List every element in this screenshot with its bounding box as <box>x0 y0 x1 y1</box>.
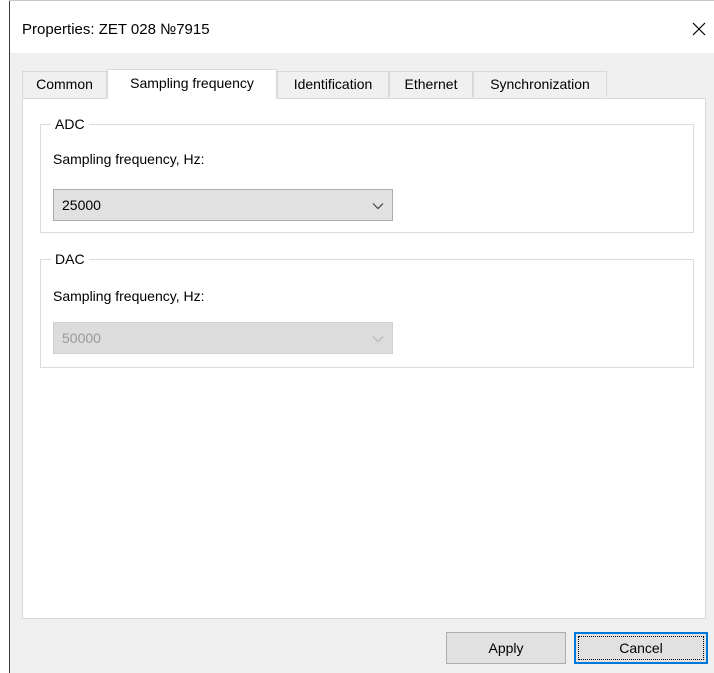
tab-panel-sampling-frequency: ADC Sampling frequency, Hz: 25000 DAC Sa… <box>22 98 706 619</box>
adc-selected-value: 25000 <box>62 197 101 213</box>
title-bar[interactable]: Properties: ZET 028 №7915 <box>10 1 714 53</box>
adc-sampling-frequency-select[interactable]: 25000 <box>53 189 393 221</box>
tab-synchronization[interactable]: Synchronization <box>473 71 607 97</box>
dac-group: DAC Sampling frequency, Hz: 50000 <box>40 250 694 368</box>
dac-group-title: DAC <box>51 250 89 268</box>
dac-sampling-frequency-select: 50000 <box>53 322 393 354</box>
dac-selected-value: 50000 <box>62 330 101 346</box>
chevron-down-icon <box>372 336 384 343</box>
apply-button-label: Apply <box>488 640 524 656</box>
adc-group-title: ADC <box>51 115 89 133</box>
close-icon <box>692 22 706 36</box>
chevron-down-icon <box>372 203 384 210</box>
dac-sampling-frequency-label: Sampling frequency, Hz: <box>53 288 205 304</box>
tab-identification[interactable]: Identification <box>277 71 389 97</box>
properties-dialog: Properties: ZET 028 №7915 Common Samplin… <box>10 1 714 673</box>
tab-sampling-frequency[interactable]: Sampling frequency <box>107 69 277 99</box>
cancel-button[interactable]: Cancel <box>574 632 708 664</box>
adc-group: ADC Sampling frequency, Hz: 25000 <box>40 115 694 233</box>
apply-button[interactable]: Apply <box>446 632 566 664</box>
tab-common[interactable]: Common <box>22 71 107 97</box>
window-title: Properties: ZET 028 №7915 <box>22 21 210 38</box>
background-window-edge <box>0 0 10 673</box>
adc-sampling-frequency-label: Sampling frequency, Hz: <box>53 151 205 167</box>
focus-ring <box>578 636 704 660</box>
tab-ethernet[interactable]: Ethernet <box>389 71 473 97</box>
close-button[interactable] <box>684 11 714 47</box>
